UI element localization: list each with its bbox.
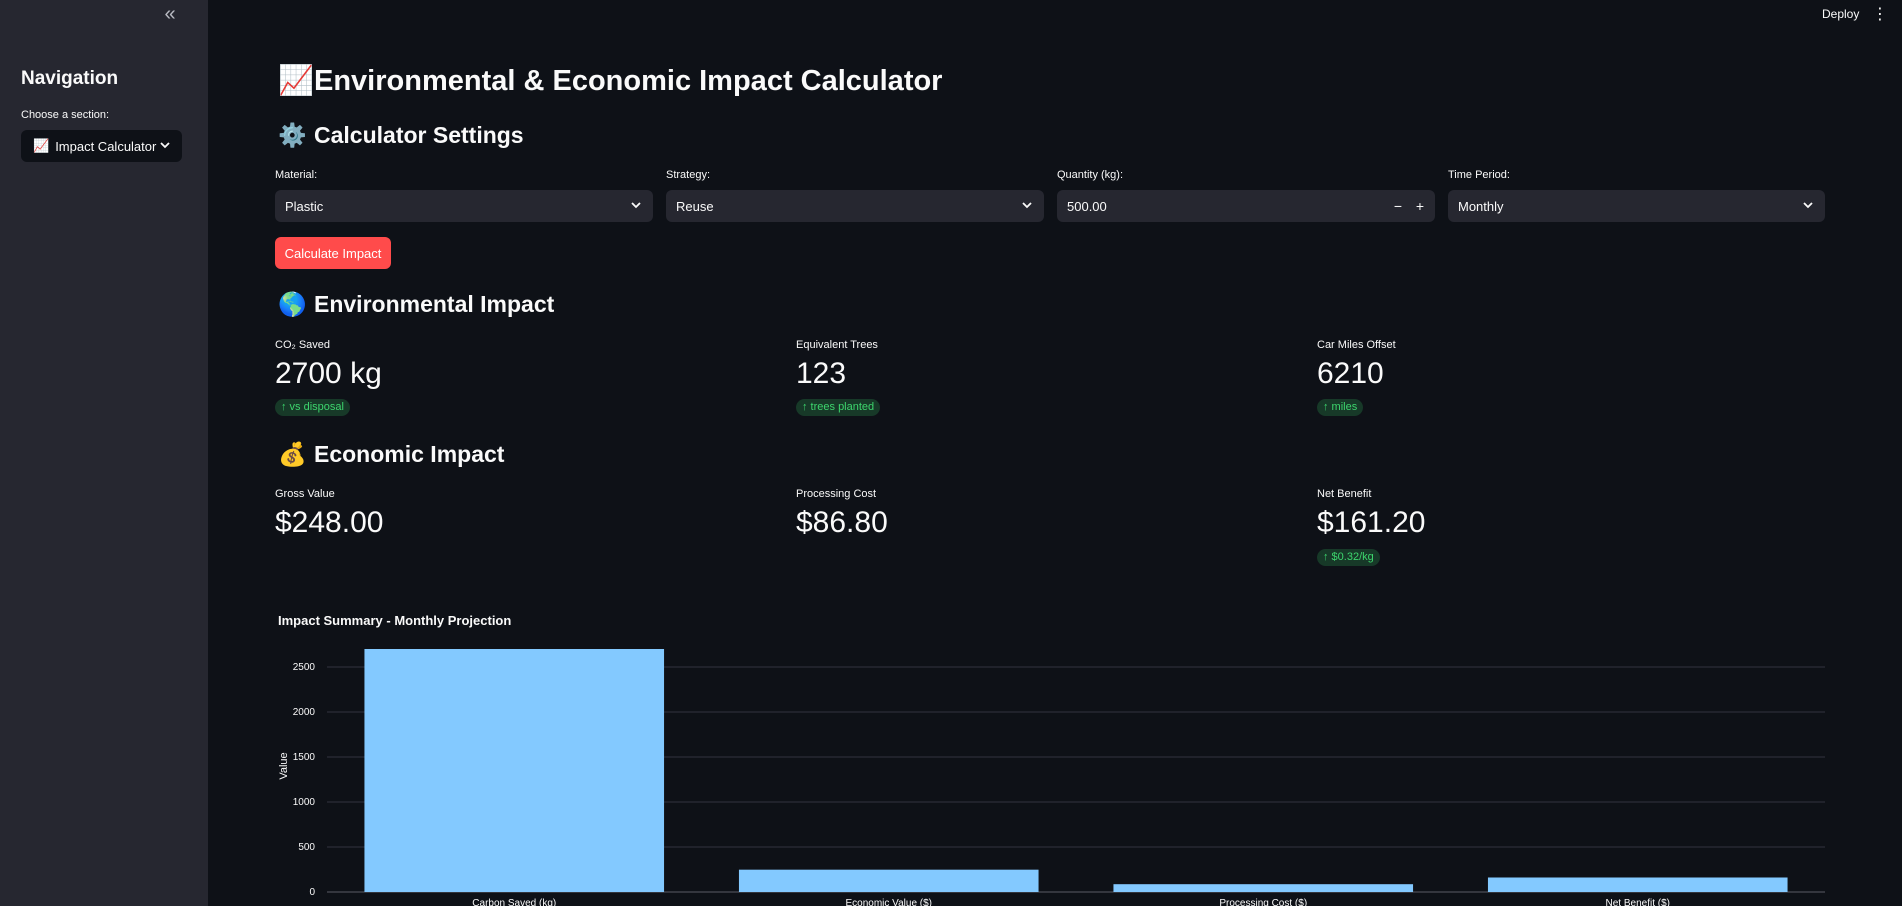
- co2-saved-label: CO₂ Saved: [275, 339, 331, 351]
- processing-cost-label: Processing Cost: [796, 488, 877, 500]
- car-miles-delta: ↑ miles: [1317, 399, 1364, 416]
- bar: [738, 869, 1039, 892]
- strategy-label: Strategy:: [666, 169, 711, 181]
- period-select[interactable]: Monthly: [1448, 190, 1825, 222]
- trees-label: Equivalent Trees: [796, 339, 878, 351]
- trees-delta: ↑ trees planted: [796, 399, 881, 416]
- chevron-down-icon: [158, 140, 172, 152]
- strategy-value: Reuse: [676, 198, 714, 214]
- chart-emoji-icon: 📈: [33, 138, 50, 153]
- car-miles-label: Car Miles Offset: [1317, 339, 1396, 351]
- quantity-label: Quantity (kg):: [1057, 169, 1124, 181]
- page-title: 📈Environmental & Economic Impact Calcula…: [278, 64, 942, 98]
- bar: [1113, 884, 1414, 892]
- section-select-value: Impact Calculator: [55, 138, 157, 154]
- settings-heading: ⚙️ Calculator Settings: [278, 122, 524, 149]
- y-tick-label: 2500: [293, 662, 316, 673]
- main-menu-icon[interactable]: ⋮: [1872, 4, 1888, 24]
- y-tick-label: 0: [309, 887, 315, 898]
- period-value: Monthly: [1458, 198, 1504, 214]
- x-tick-label: Carbon Saved (kg): [472, 898, 556, 906]
- sidebar: « Navigation Choose a section: 📈 Impact …: [0, 0, 208, 906]
- chart-title: Impact Summary - Monthly Projection: [278, 613, 512, 628]
- processing-cost-value: $86.80: [796, 506, 888, 539]
- net-benefit-label: Net Benefit: [1317, 488, 1372, 500]
- trees-value: 123: [796, 357, 847, 390]
- environmental-heading-text: Environmental Impact: [314, 291, 555, 317]
- globe-emoji-icon: 🌎: [278, 291, 307, 317]
- material-select[interactable]: Plastic: [275, 190, 653, 222]
- gross-value-label: Gross Value: [275, 488, 335, 500]
- increment-button[interactable]: +: [1409, 198, 1431, 214]
- y-tick-label: 1500: [293, 752, 316, 763]
- strategy-select[interactable]: Reuse: [666, 190, 1044, 222]
- money-bag-emoji-icon: 💰: [278, 441, 307, 467]
- impact-summary-chart: 0 500 1000 1500 2000 2500 Value Carbon Saved (k…: [278, 649, 1825, 906]
- quantity-value[interactable]: 500.00: [1067, 199, 1387, 214]
- bar: [1487, 877, 1788, 892]
- x-tick-label: Net Benefit ($): [1606, 898, 1670, 906]
- material-label: Material:: [275, 169, 318, 181]
- car-miles-value: 6210: [1317, 357, 1384, 390]
- page-title-text: Environmental & Economic Impact Calculat…: [314, 65, 943, 97]
- settings-heading-text: Calculator Settings: [314, 122, 524, 148]
- material-value: Plastic: [285, 198, 324, 214]
- collapse-sidebar-icon[interactable]: «: [160, 4, 180, 24]
- section-select-label: Choose a section:: [21, 109, 110, 121]
- x-tick-label: Economic Value ($): [845, 898, 932, 906]
- section-select[interactable]: 📈 Impact Calculator: [21, 130, 182, 162]
- y-tick-label: 500: [298, 842, 315, 853]
- chevron-down-icon: [1020, 200, 1034, 212]
- y-tick-label: 1000: [293, 797, 316, 808]
- quantity-input[interactable]: 500.00 − +: [1057, 190, 1435, 222]
- economic-heading-text: Economic Impact: [314, 441, 505, 467]
- chart-emoji-icon: 📈: [278, 65, 315, 97]
- gear-emoji-icon: ⚙️: [278, 122, 307, 148]
- deploy-button[interactable]: Deploy: [1822, 7, 1859, 21]
- y-axis-label: Value: [278, 752, 290, 779]
- decrement-button[interactable]: −: [1387, 198, 1409, 214]
- economic-heading: 💰 Economic Impact: [278, 441, 504, 468]
- chevron-down-icon: [629, 200, 643, 212]
- net-benefit-value: $161.20: [1317, 506, 1426, 539]
- co2-saved-delta: ↑ vs disposal: [275, 399, 350, 416]
- calculate-impact-button[interactable]: Calculate Impact: [275, 237, 391, 269]
- gross-value-value: $248.00: [275, 506, 384, 539]
- chevron-down-icon: [1801, 200, 1815, 212]
- co2-saved-value: 2700 kg: [275, 357, 382, 390]
- sidebar-title: Navigation: [21, 68, 119, 89]
- x-tick-label: Processing Cost ($): [1219, 898, 1307, 906]
- y-tick-label: 2000: [293, 707, 316, 718]
- net-benefit-delta: ↑ $0.32/kg: [1317, 549, 1380, 566]
- period-label: Time Period:: [1448, 169, 1510, 181]
- environmental-heading: 🌎 Environmental Impact: [278, 291, 554, 318]
- bar: [364, 649, 665, 892]
